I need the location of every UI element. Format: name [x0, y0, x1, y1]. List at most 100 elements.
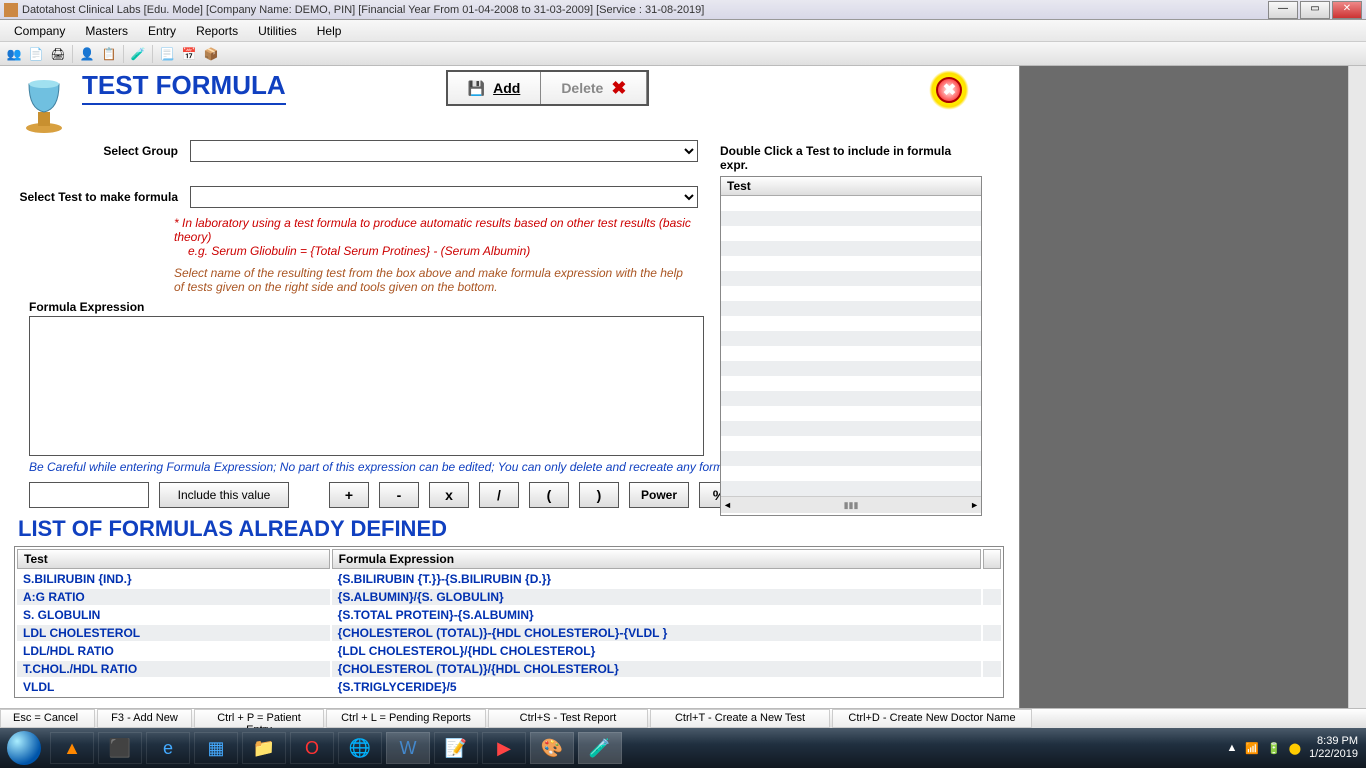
include-value-button[interactable]: Include this value [159, 482, 289, 508]
tray-chevron-icon[interactable]: ▲ [1226, 742, 1237, 754]
test-column-header[interactable]: Test [721, 177, 981, 196]
toolbar-package-icon[interactable]: 📦 [201, 44, 221, 64]
select-test-dropdown[interactable] [190, 186, 698, 208]
list-item[interactable] [721, 376, 981, 391]
taskbar-opera-icon[interactable]: O [290, 732, 334, 764]
start-button[interactable] [0, 728, 48, 768]
cell-test: LDL/HDL RATIO [17, 643, 330, 659]
list-item[interactable] [721, 196, 981, 211]
cell-expr: {S.ALBUMIN}/{S. GLOBULIN} [332, 589, 981, 605]
table-header-expr[interactable]: Formula Expression [332, 549, 981, 569]
window-close-button[interactable]: ✕ [1332, 1, 1362, 19]
list-item[interactable] [721, 481, 981, 496]
toolbar-report-icon[interactable]: 📋 [99, 44, 119, 64]
test-list-rows[interactable] [721, 196, 981, 496]
horizontal-scrollbar[interactable]: ◄ ▮▮▮ ► [721, 496, 981, 513]
table-header-test[interactable]: Test [17, 549, 330, 569]
taskbar-ie-icon[interactable]: e [146, 732, 190, 764]
scroll-right-icon[interactable]: ► [970, 500, 979, 510]
formula-expression-textarea[interactable] [29, 316, 704, 456]
taskbar-app1-icon[interactable]: ⬛ [98, 732, 142, 764]
menu-entry[interactable]: Entry [138, 22, 186, 40]
list-item[interactable] [721, 451, 981, 466]
list-item[interactable] [721, 346, 981, 361]
taskbar-vlc-icon[interactable]: ▲ [50, 732, 94, 764]
menu-utilities[interactable]: Utilities [248, 22, 307, 40]
tray-network-icon[interactable]: 📶 [1245, 742, 1259, 755]
tray-shield-icon[interactable]: ⬤ [1289, 742, 1301, 755]
taskbar-labs-icon[interactable]: 🧪 [578, 732, 622, 764]
close-panel-button[interactable]: ✖ [929, 70, 969, 110]
list-item[interactable] [721, 391, 981, 406]
maximize-button[interactable]: ▭ [1300, 1, 1330, 19]
status-esc: Esc = Cancel [0, 709, 95, 728]
minus-button[interactable]: - [379, 482, 419, 508]
multiply-button[interactable]: x [429, 482, 469, 508]
test-listbox[interactable]: Test ◄ ▮▮▮ ► [720, 176, 982, 516]
delete-button[interactable]: Delete ✖ [541, 72, 647, 104]
taskbar-app3-icon[interactable]: ▶ [482, 732, 526, 764]
power-button[interactable]: Power [629, 482, 689, 508]
system-tray[interactable]: ▲ 📶 🔋 ⬤ 8:39 PM 1/22/2019 [1226, 735, 1366, 761]
scroll-track[interactable]: ▮▮▮ [732, 500, 970, 511]
list-item[interactable] [721, 241, 981, 256]
taskbar-notes-icon[interactable]: 📝 [434, 732, 478, 764]
value-input[interactable] [29, 482, 149, 508]
delete-x-icon: ✖ [611, 78, 626, 99]
toolbar-page-icon[interactable]: 📃 [157, 44, 177, 64]
list-item[interactable] [721, 211, 981, 226]
menu-masters[interactable]: Masters [75, 22, 138, 40]
menu-reports[interactable]: Reports [186, 22, 248, 40]
toolbar-doc-icon[interactable]: 📄 [26, 44, 46, 64]
tray-time: 8:39 PM [1309, 735, 1358, 748]
status-ctrlp: Ctrl + P = Patient Entry [194, 709, 324, 728]
taskbar-app2-icon[interactable]: ▦ [194, 732, 238, 764]
table-row[interactable]: VLDL{S.TRIGLYCERIDE}/5 [17, 679, 1001, 695]
plus-button[interactable]: + [329, 482, 369, 508]
table-row[interactable]: T.CHOL./HDL RATIO{CHOLESTEROL (TOTAL)}/{… [17, 661, 1001, 677]
list-item[interactable] [721, 301, 981, 316]
table-row[interactable]: A:G RATIO{S.ALBUMIN}/{S. GLOBULIN} [17, 589, 1001, 605]
toolbar-separator [72, 45, 73, 63]
select-group-dropdown[interactable] [190, 140, 698, 162]
taskbar-chrome-icon[interactable]: 🌐 [338, 732, 382, 764]
cell-spacer [983, 679, 1001, 695]
menu-company[interactable]: Company [4, 22, 75, 40]
minimize-button[interactable]: — [1268, 1, 1298, 19]
list-item[interactable] [721, 421, 981, 436]
table-row[interactable]: LDL CHOLESTEROL{CHOLESTEROL (TOTAL)}-{HD… [17, 625, 1001, 641]
divide-button[interactable]: / [479, 482, 519, 508]
toolbar-calendar-icon[interactable]: 📅 [179, 44, 199, 64]
status-ctrlt: Ctrl+T - Create a New Test [650, 709, 830, 728]
table-header-spacer [983, 549, 1001, 569]
menu-help[interactable]: Help [307, 22, 352, 40]
list-item[interactable] [721, 256, 981, 271]
list-item[interactable] [721, 316, 981, 331]
list-item[interactable] [721, 466, 981, 481]
cell-spacer [983, 643, 1001, 659]
taskbar-explorer-icon[interactable]: 📁 [242, 732, 286, 764]
list-item[interactable] [721, 226, 981, 241]
list-item[interactable] [721, 361, 981, 376]
close-icon: ✖ [936, 77, 962, 103]
list-item[interactable] [721, 436, 981, 451]
taskbar-word-icon[interactable]: W [386, 732, 430, 764]
cell-spacer [983, 571, 1001, 587]
tray-battery-icon[interactable]: 🔋 [1267, 742, 1281, 755]
toolbar-users-icon[interactable]: 👥 [4, 44, 24, 64]
list-item[interactable] [721, 271, 981, 286]
add-button[interactable]: 💾 Add [448, 72, 542, 104]
lparen-button[interactable]: ( [529, 482, 569, 508]
list-item[interactable] [721, 286, 981, 301]
toolbar-gear-icon[interactable]: 🧪 [128, 44, 148, 64]
toolbar-person-icon[interactable]: 👤 [77, 44, 97, 64]
rparen-button[interactable]: ) [579, 482, 619, 508]
scroll-left-icon[interactable]: ◄ [723, 500, 732, 510]
table-row[interactable]: S.BILIRUBIN {IND.}{S.BILIRUBIN {T.}}-{S.… [17, 571, 1001, 587]
list-item[interactable] [721, 331, 981, 346]
table-row[interactable]: S. GLOBULIN{S.TOTAL PROTEIN}-{S.ALBUMIN} [17, 607, 1001, 623]
list-item[interactable] [721, 406, 981, 421]
toolbar-print-icon[interactable]: 🖨 [48, 44, 68, 64]
table-row[interactable]: LDL/HDL RATIO{LDL CHOLESTEROL}/{HDL CHOL… [17, 643, 1001, 659]
taskbar-paint-icon[interactable]: 🎨 [530, 732, 574, 764]
